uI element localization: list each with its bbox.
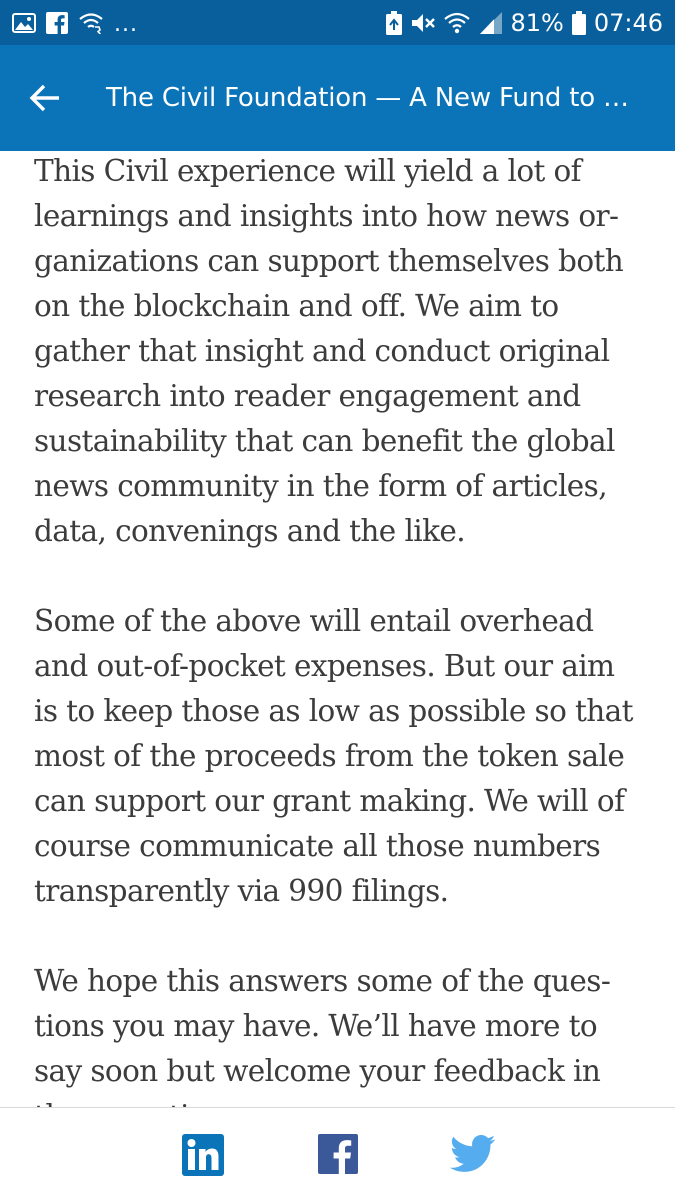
- battery-percent: 81%: [510, 8, 564, 37]
- text-line: most of the proceeds from the token sale: [34, 739, 625, 773]
- status-bar: ... 81% 07:46: [0, 0, 675, 45]
- article-paragraph: Some of the above will entail overhead a…: [34, 599, 641, 914]
- text-line: say soon but welcome your feedback in: [34, 1054, 601, 1088]
- text-line: research into reader engagement and: [34, 379, 581, 413]
- article-body[interactable]: This Civil experience will yield a lot o…: [0, 151, 675, 1107]
- share-bar: [0, 1107, 675, 1200]
- article-paragraph: This Civil experience will yield a lot o…: [34, 151, 641, 554]
- clock: 07:46: [593, 8, 663, 37]
- text-line: the meantime.: [34, 1099, 243, 1107]
- facebook-icon: [318, 1134, 358, 1174]
- page-title: The Civil Foundation — A New Fund to S..…: [106, 83, 638, 113]
- mute-icon: [410, 11, 436, 35]
- text-line: learnings and insights into how news or-: [34, 199, 619, 233]
- status-bar-left: ...: [12, 10, 148, 36]
- share-facebook-button[interactable]: [318, 1134, 360, 1176]
- app-bar: The Civil Foundation — A New Fund to S..…: [0, 45, 675, 151]
- arrow-left-icon: [29, 83, 61, 113]
- text-line: and out-of-pocket expenses. But our aim: [34, 649, 615, 683]
- text-line: is to keep those as low as possible so t…: [34, 694, 634, 728]
- article-paragraph: We hope this answers some of the ques- t…: [34, 959, 641, 1107]
- text-line: data, convenings and the like.: [34, 514, 466, 548]
- text-line: on the blockchain and off. We aim to: [34, 289, 559, 323]
- battery-saver-icon: [386, 10, 403, 35]
- text-line: can support our grant making. We will of: [34, 784, 625, 818]
- text-line: This Civil experience will yield a lot o…: [34, 154, 582, 188]
- text-line: ganizations can support themselves both: [34, 244, 624, 278]
- back-button[interactable]: [0, 45, 90, 151]
- wifi-icon: [444, 11, 471, 35]
- share-twitter-button[interactable]: [450, 1134, 496, 1176]
- text-line: news community in the form of articles,: [34, 469, 608, 503]
- gallery-icon: [12, 12, 36, 33]
- linkedin-icon: [182, 1134, 224, 1176]
- status-bar-right: 81% 07:46: [378, 8, 663, 37]
- text-line: We hope this answers some of the ques-: [34, 964, 611, 998]
- text-line: transparently via 990 filings.: [34, 874, 449, 908]
- text-line: Some of the above will entail overhead: [34, 604, 594, 638]
- text-line: gather that insight and conduct original: [34, 334, 610, 368]
- cell-signal-icon: [478, 11, 503, 35]
- wifi-calling-icon: [78, 12, 104, 34]
- twitter-icon: [450, 1134, 496, 1174]
- text-line: course communicate all those numbers: [34, 829, 601, 863]
- status-overflow-indicator: ...: [114, 11, 138, 37]
- text-line: tions you may have. We’ll have more to: [34, 1009, 598, 1043]
- text-line: sustainability that can benefit the glob…: [34, 424, 615, 458]
- share-linkedin-button[interactable]: [182, 1134, 224, 1176]
- facebook-notification-icon: [46, 11, 68, 34]
- battery-icon: [571, 10, 586, 35]
